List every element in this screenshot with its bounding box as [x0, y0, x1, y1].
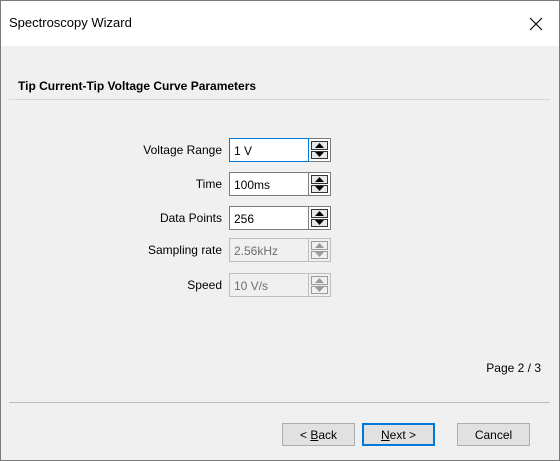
data-points-stepper: 256 — [229, 206, 333, 230]
wizard-window: Spectroscopy Wizard Tip Current-Tip Volt… — [0, 0, 560, 461]
sampling-rate-up-button — [311, 241, 328, 250]
speed-stepper: 10 V/s — [229, 273, 333, 297]
speed-label: Speed — [187, 278, 222, 292]
data-points-label: Data Points — [159, 211, 222, 225]
sampling-rate-label: Sampling rate — [147, 243, 222, 257]
speed-down-button — [311, 285, 328, 294]
voltage-range-spin-buttons — [309, 138, 331, 162]
next-button[interactable]: Next > — [362, 423, 435, 446]
triangle-up-icon — [315, 242, 324, 248]
next-button-accelerator: N — [380, 427, 390, 442]
footer-divider — [9, 402, 550, 403]
triangle-down-icon — [315, 152, 324, 158]
triangle-up-icon — [315, 210, 324, 216]
field-speed: Speed 10 V/s — [1, 273, 559, 299]
data-points-up-button[interactable] — [311, 209, 328, 218]
sampling-rate-spin-buttons — [309, 238, 331, 262]
voltage-range-label: Voltage Range — [143, 143, 222, 157]
voltage-range-stepper: 1 V — [229, 138, 333, 162]
time-down-button[interactable] — [311, 184, 328, 193]
data-points-down-button[interactable] — [311, 218, 328, 227]
field-sampling-rate: Sampling rate 2.56kHz — [1, 238, 559, 264]
close-icon — [529, 17, 543, 30]
voltage-range-down-button[interactable] — [311, 150, 328, 159]
cancel-button-label: Cancel — [474, 427, 513, 442]
voltage-range-input[interactable]: 1 V — [229, 138, 309, 162]
triangle-up-icon — [315, 176, 324, 182]
back-button-accelerator: B — [310, 427, 319, 442]
triangle-down-icon — [315, 220, 324, 226]
page-indicator: Page 2 / 3 — [486, 361, 541, 375]
close-button[interactable] — [513, 1, 559, 46]
triangle-down-icon — [315, 287, 324, 293]
triangle-down-icon — [315, 186, 324, 192]
time-spin-buttons — [309, 172, 331, 196]
triangle-down-icon — [315, 252, 324, 258]
voltage-range-up-button[interactable] — [311, 141, 328, 150]
sampling-rate-input: 2.56kHz — [229, 238, 309, 262]
triangle-up-icon — [315, 277, 324, 283]
field-time: Time 100ms — [1, 172, 559, 198]
back-button-prefix: < — [299, 427, 311, 442]
cancel-button[interactable]: Cancel — [457, 423, 530, 446]
time-up-button[interactable] — [311, 175, 328, 184]
data-points-input[interactable]: 256 — [229, 206, 309, 230]
section-title: Tip Current-Tip Voltage Curve Parameters — [18, 79, 257, 93]
sampling-rate-down-button — [311, 250, 328, 259]
time-stepper: 100ms — [229, 172, 333, 196]
field-voltage-range: Voltage Range 1 V — [1, 138, 559, 164]
next-button-label-rest: ext > — [389, 427, 417, 442]
time-input[interactable]: 100ms — [229, 172, 309, 196]
speed-spin-buttons — [309, 273, 331, 297]
back-button[interactable]: < Back — [282, 423, 355, 446]
time-label: Time — [195, 177, 222, 191]
section-divider — [9, 99, 550, 100]
speed-up-button — [311, 276, 328, 285]
back-button-label-rest: ack — [318, 427, 338, 442]
window-title: Spectroscopy Wizard — [9, 15, 132, 30]
field-data-points: Data Points 256 — [1, 206, 559, 232]
triangle-up-icon — [315, 142, 324, 148]
speed-input: 10 V/s — [229, 273, 309, 297]
data-points-spin-buttons — [309, 206, 331, 230]
sampling-rate-stepper: 2.56kHz — [229, 238, 333, 262]
title-bar: Spectroscopy Wizard — [1, 1, 559, 46]
